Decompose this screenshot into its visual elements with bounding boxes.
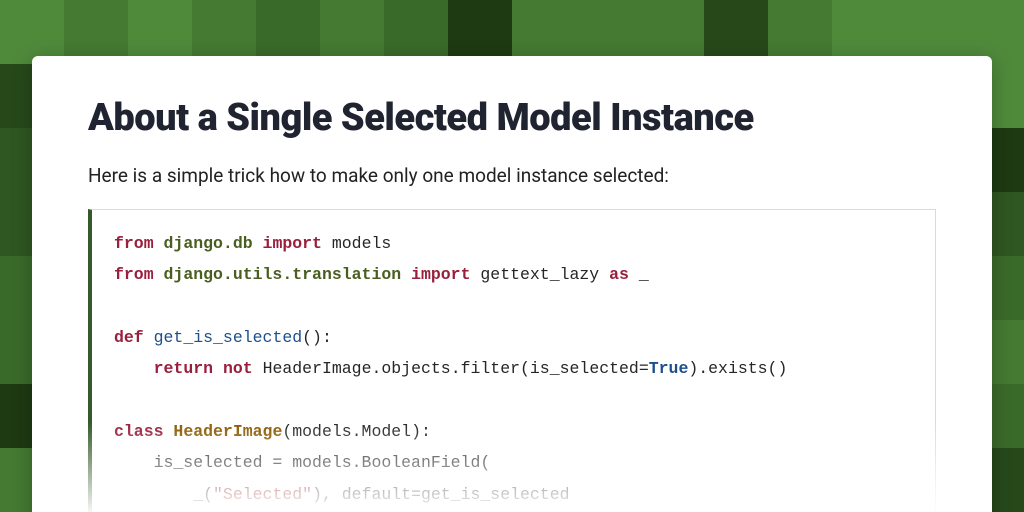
keyword-from: from (114, 234, 154, 253)
code-block: from django.db import models from django… (88, 209, 936, 512)
boolean-literal: True (649, 359, 689, 378)
string-literal: "Selected" (213, 485, 312, 504)
code-text: _( (114, 485, 213, 504)
class-name: HeaderImage (173, 422, 282, 441)
module-name: django.db (164, 234, 253, 253)
keyword-def: def (114, 328, 144, 347)
code-text: (): (302, 328, 332, 347)
keyword-import: import (263, 234, 322, 253)
keyword-class: class (114, 422, 164, 441)
function-name: get_is_selected (154, 328, 303, 347)
keyword-not: not (223, 359, 253, 378)
symbol: _ (639, 265, 649, 284)
code-text: is_selected = models.BooleanField( (114, 453, 490, 472)
module-name: django.utils.translation (164, 265, 402, 284)
code-text: ), default=get_is_selected (312, 485, 569, 504)
symbol: models (332, 234, 391, 253)
article-intro: Here is a simple trick how to make only … (88, 164, 936, 187)
keyword-as: as (609, 265, 629, 284)
keyword-import: import (411, 265, 470, 284)
code-text: ).exists() (688, 359, 787, 378)
keyword-return: return (154, 359, 213, 378)
article-title: About a Single Selected Model Instance (88, 96, 936, 140)
code-text: HeaderImage.objects.filter(is_selected= (263, 359, 649, 378)
article-card: About a Single Selected Model Instance H… (32, 56, 992, 512)
keyword-from: from (114, 265, 154, 284)
symbol: gettext_lazy (480, 265, 599, 284)
code-text: (models.Model): (282, 422, 431, 441)
